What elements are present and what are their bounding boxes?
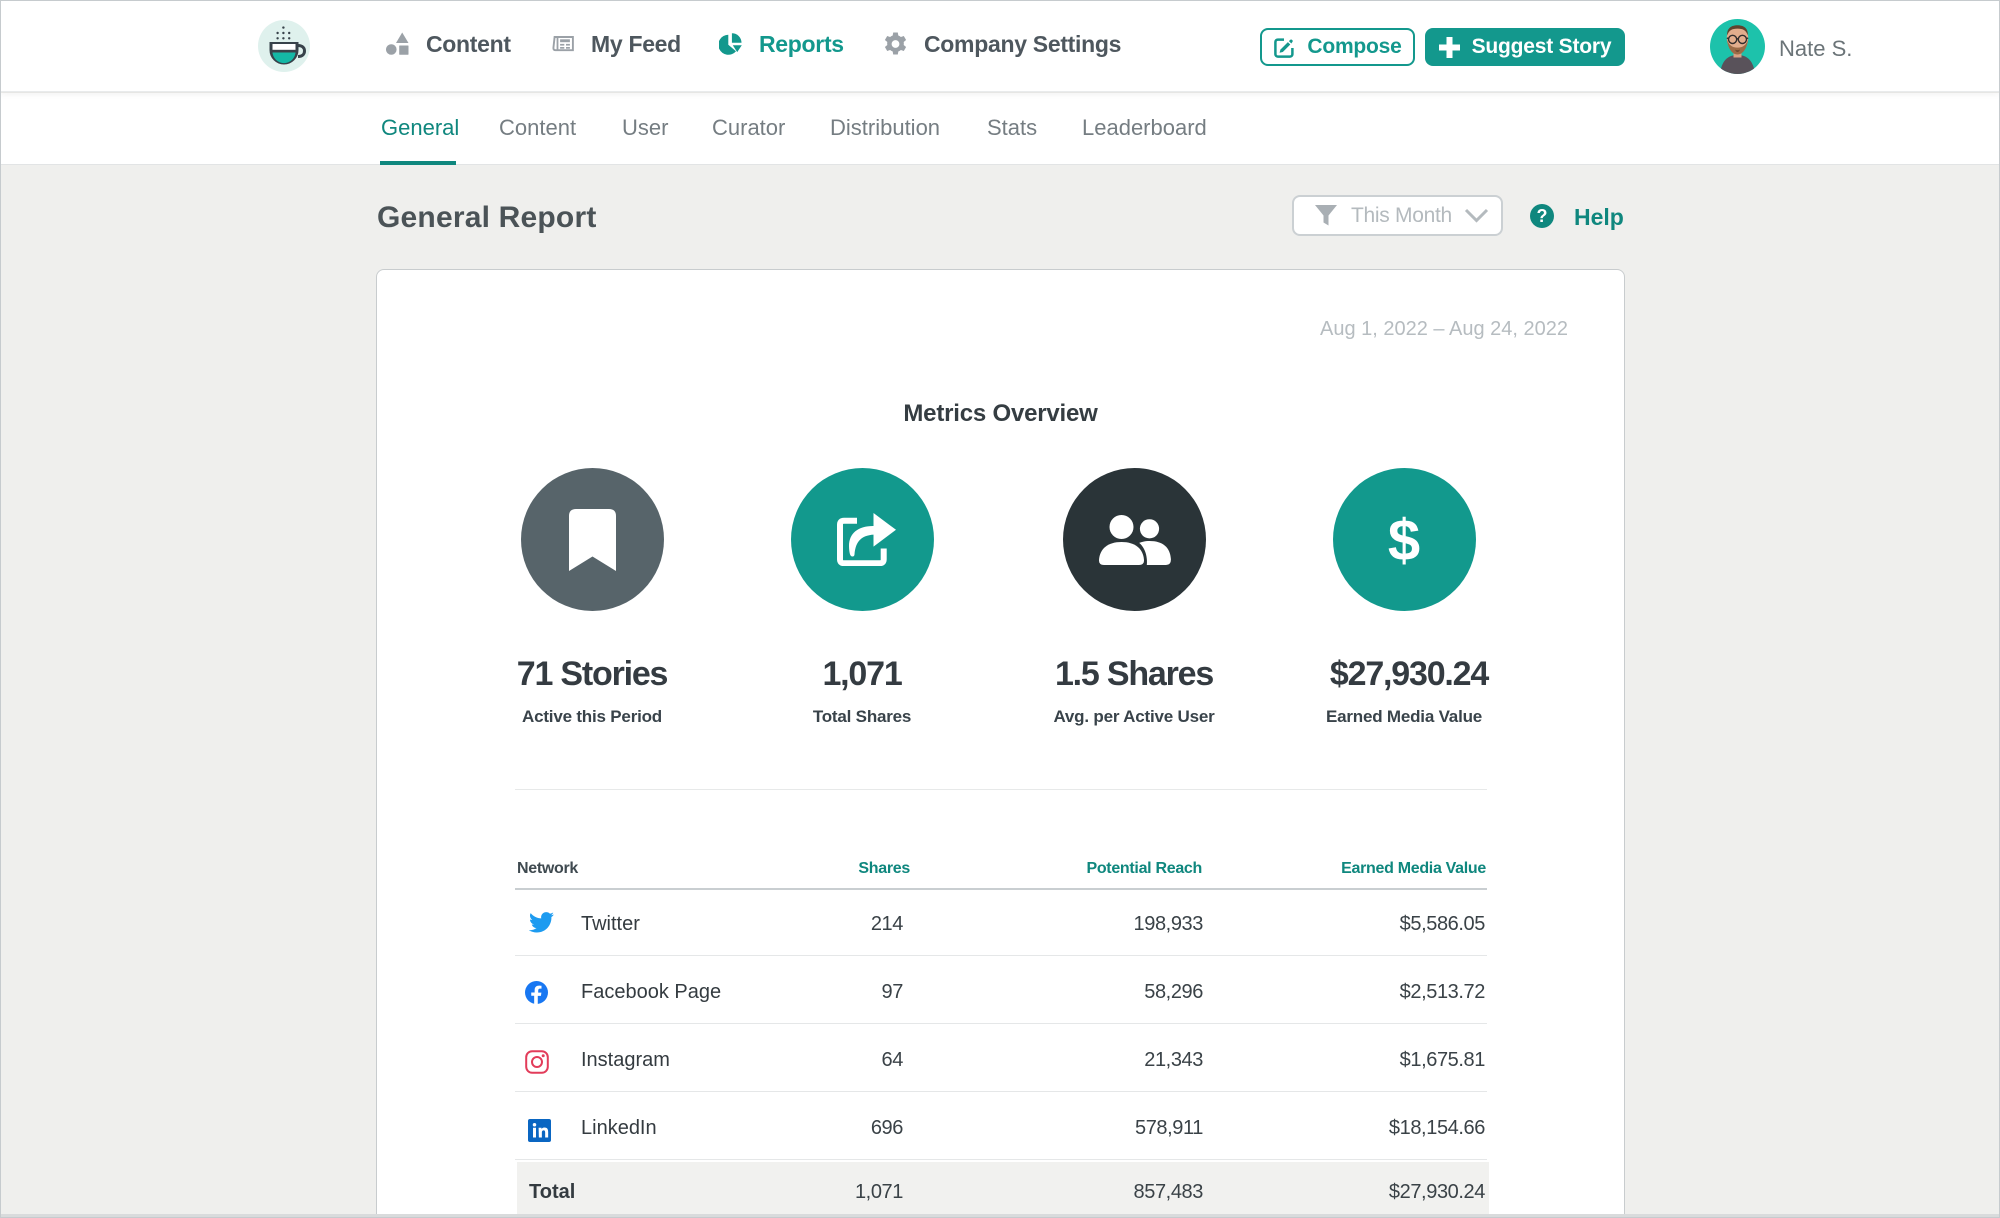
svg-text:$: $: [1388, 508, 1420, 572]
